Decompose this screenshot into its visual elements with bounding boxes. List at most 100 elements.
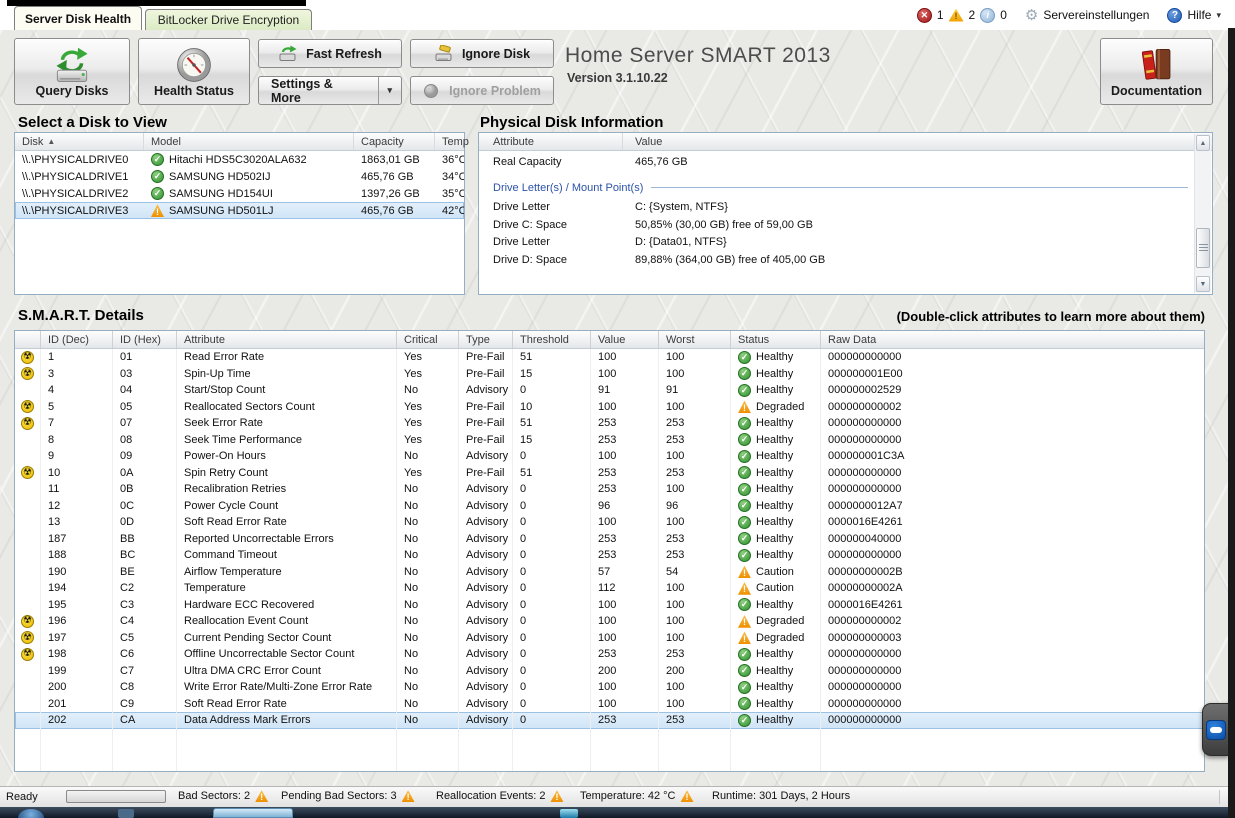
smart-attribute-row[interactable]: 201 C9 Soft Read Error Rate No Advisory … <box>15 696 1204 713</box>
start-orb-icon[interactable] <box>18 809 44 818</box>
smart-status-text: Healthy <box>756 417 793 429</box>
disk-row[interactable]: \\.\PHYSICALDRIVE2 SAMSUNG HD154UI 1397,… <box>15 185 464 202</box>
smart-critical: No <box>404 450 418 462</box>
smart-attribute-row[interactable]: 1 01 Read Error Rate Yes Pre-Fail 51 100… <box>15 349 1204 366</box>
disk-row[interactable]: \\.\PHYSICALDRIVE3 SAMSUNG HD501LJ 465,7… <box>15 202 464 219</box>
settings-more-dropdown[interactable] <box>378 77 401 104</box>
settings-more-button[interactable]: Settings & More <box>258 76 402 105</box>
disk-row[interactable]: \\.\PHYSICALDRIVE1 SAMSUNG HD502IJ 465,7… <box>15 168 464 185</box>
column-header-id-hex[interactable]: ID (Hex) <box>113 331 177 348</box>
warning-status-icon[interactable] <box>949 9 964 22</box>
smart-attribute-row[interactable]: 3 03 Spin-Up Time Yes Pre-Fail 15 100 10… <box>15 366 1204 383</box>
smart-worst: 100 <box>666 450 684 462</box>
smart-type: Advisory <box>466 615 508 627</box>
smart-status-text: Degraded <box>756 632 804 644</box>
smart-attribute-row[interactable]: 5 05 Reallocated Sectors Count Yes Pre-F… <box>15 399 1204 416</box>
server-settings-menu[interactable]: Servereinstellungen <box>1043 8 1149 22</box>
smart-id-hex: 05 <box>120 401 132 413</box>
smart-status-icon <box>738 532 751 545</box>
scrollbar-thumb[interactable] <box>1196 228 1210 268</box>
error-status-icon[interactable] <box>917 8 932 23</box>
smart-attribute-row[interactable]: 8 08 Seek Time Performance Yes Pre-Fail … <box>15 432 1204 449</box>
smart-worst: 100 <box>666 368 684 380</box>
disk-row[interactable]: \\.\PHYSICALDRIVE0 Hitachi HDS5C3020ALA6… <box>15 151 464 168</box>
fast-refresh-label: Fast Refresh <box>306 47 382 61</box>
tab-server-disk-health[interactable]: Server Disk Health <box>14 6 142 30</box>
smart-status-text: Healthy <box>756 648 793 660</box>
column-header-raw-data[interactable]: Raw Data <box>821 331 1204 348</box>
column-header-capacity[interactable]: Capacity <box>354 133 435 150</box>
smart-id-hex: 0B <box>120 483 133 495</box>
column-header-attribute[interactable]: Attribute <box>177 331 397 348</box>
health-status-button[interactable]: Health Status <box>138 38 250 105</box>
smart-value: 100 <box>598 632 616 644</box>
smart-id-hex: 0A <box>120 467 133 479</box>
column-header-value[interactable]: Value <box>591 331 659 348</box>
scroll-down-arrow-icon[interactable] <box>1196 276 1210 292</box>
smart-section-title: S.M.A.R.T. Details <box>18 307 144 324</box>
scroll-up-arrow-icon[interactable] <box>1196 135 1210 151</box>
tab-bitlocker-drive-encryption[interactable]: BitLocker Drive Encryption <box>145 9 312 30</box>
column-header-type[interactable]: Type <box>459 331 513 348</box>
smart-attribute-row[interactable]: 11 0B Recalibration Retries No Advisory … <box>15 481 1204 498</box>
column-header-model[interactable]: Model <box>144 133 354 150</box>
column-header-status[interactable]: Status <box>731 331 821 348</box>
smart-attribute-row[interactable]: 194 C2 Temperature No Advisory 0 112 100… <box>15 580 1204 597</box>
smart-type: Advisory <box>466 665 508 677</box>
taskbar-active-button[interactable] <box>213 808 293 818</box>
smart-attribute-row[interactable]: 188 BC Command Timeout No Advisory 0 253… <box>15 547 1204 564</box>
smart-attribute-row[interactable]: 202 CA Data Address Mark Errors No Advis… <box>15 712 1204 729</box>
column-header-value[interactable]: Value <box>623 133 1212 150</box>
column-header-temp[interactable]: Temp <box>435 133 469 150</box>
query-disks-button[interactable]: Query Disks <box>14 38 130 105</box>
teamviewer-sidebar-tab[interactable] <box>1202 703 1229 756</box>
column-header-worst[interactable]: Worst <box>659 331 731 348</box>
smart-attribute-row[interactable]: 197 C5 Current Pending Sector Count No A… <box>15 630 1204 647</box>
column-header-threshold[interactable]: Threshold <box>513 331 591 348</box>
health-status-label: Health Status <box>154 84 234 98</box>
smart-attribute-name: Command Timeout <box>184 549 277 561</box>
smart-threshold: 0 <box>520 500 526 512</box>
smart-attribute-row[interactable]: 13 0D Soft Read Error Rate No Advisory 0… <box>15 514 1204 531</box>
documentation-button[interactable]: Documentation <box>1100 38 1213 105</box>
column-header-attribute[interactable]: Attribute <box>479 133 623 150</box>
info-status-icon[interactable] <box>980 8 995 23</box>
smart-value: 253 <box>598 483 616 495</box>
smart-type: Pre-Fail <box>466 368 505 380</box>
smart-attribute-row[interactable]: 10 0A Spin Retry Count Yes Pre-Fail 51 2… <box>15 465 1204 482</box>
smart-attribute-name: Offline Uncorrectable Sector Count <box>184 648 354 660</box>
help-dropdown-caret[interactable] <box>1216 10 1221 21</box>
column-header-id-dec[interactable]: ID (Dec) <box>41 331 113 348</box>
smart-attribute-row[interactable]: 187 BB Reported Uncorrectable Errors No … <box>15 531 1204 548</box>
scrollbar-track[interactable] <box>1195 152 1211 275</box>
column-header-critical[interactable]: Critical <box>397 331 459 348</box>
smart-attribute-row[interactable]: 190 BE Airflow Temperature No Advisory 0… <box>15 564 1204 581</box>
column-header-disk[interactable]: Disk <box>15 133 144 150</box>
smart-status-icon <box>738 697 751 710</box>
fast-refresh-button[interactable]: Fast Refresh <box>258 39 402 68</box>
help-menu[interactable]: Hilfe <box>1187 8 1211 22</box>
smart-attribute-row[interactable]: 199 C7 Ultra DMA CRC Error Count No Advi… <box>15 663 1204 680</box>
ignore-disk-button[interactable]: Ignore Disk <box>410 39 554 68</box>
smart-attribute-row[interactable]: 4 04 Start/Stop Count No Advisory 0 91 9… <box>15 382 1204 399</box>
smart-attribute-row[interactable]: 9 09 Power-On Hours No Advisory 0 100 10… <box>15 448 1204 465</box>
smart-attribute-row[interactable]: 12 0C Power Cycle Count No Advisory 0 96… <box>15 498 1204 515</box>
smart-id-dec: 5 <box>48 401 54 413</box>
smart-id-dec: 187 <box>48 533 66 545</box>
physical-disk-info-panel: Attribute Value Real Capacity 465,76 GB … <box>478 132 1213 295</box>
smart-attribute-row[interactable]: 7 07 Seek Error Rate Yes Pre-Fail 51 253… <box>15 415 1204 432</box>
smart-table-header: ID (Dec) ID (Hex) Attribute Critical Typ… <box>15 331 1204 349</box>
smart-attribute-row[interactable]: 200 C8 Write Error Rate/Multi-Zone Error… <box>15 679 1204 696</box>
smart-value: 57 <box>598 566 610 578</box>
taskbar-pinned-icon[interactable] <box>118 809 134 818</box>
smart-worst: 253 <box>666 434 684 446</box>
column-header-icon[interactable] <box>15 331 41 348</box>
info-panel-scrollbar[interactable] <box>1194 134 1211 293</box>
taskbar-app-icon[interactable] <box>560 809 578 818</box>
disk-temperature: 34°C <box>442 171 464 183</box>
smart-id-hex: C3 <box>120 599 134 611</box>
smart-attribute-row[interactable]: 198 C6 Offline Uncorrectable Sector Coun… <box>15 646 1204 663</box>
smart-attribute-row[interactable]: 195 C3 Hardware ECC Recovered No Advisor… <box>15 597 1204 614</box>
smart-attribute-row[interactable]: 196 C4 Reallocation Event Count No Advis… <box>15 613 1204 630</box>
smart-worst: 100 <box>666 351 684 363</box>
